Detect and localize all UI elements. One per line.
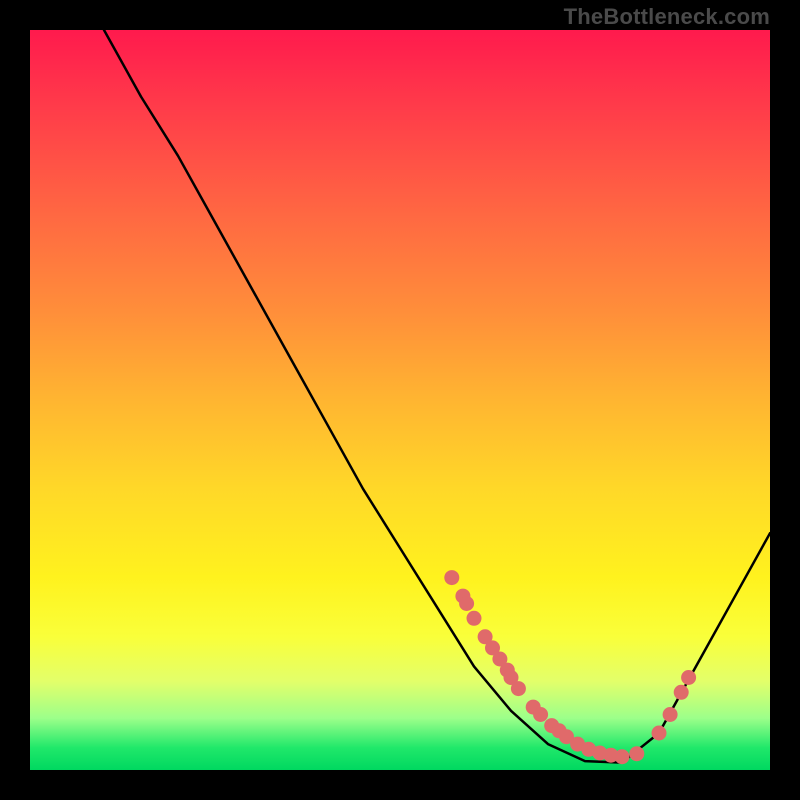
- scatter-point: [652, 726, 667, 741]
- scatter-point: [467, 611, 482, 626]
- watermark-label: TheBottleneck.com: [564, 4, 770, 30]
- chart-stage: TheBottleneck.com: [0, 0, 800, 800]
- scatter-point: [533, 707, 548, 722]
- scatter-point: [615, 749, 630, 764]
- scatter-point: [459, 596, 474, 611]
- curve-line: [104, 30, 770, 763]
- scatter-point: [674, 685, 689, 700]
- scatter-point: [681, 670, 696, 685]
- plot-area: [30, 30, 770, 770]
- scatter-point: [511, 681, 526, 696]
- scatter-point: [629, 746, 644, 761]
- scatter-point: [663, 707, 678, 722]
- scatter-point: [444, 570, 459, 585]
- chart-svg: [30, 30, 770, 770]
- scatter-points: [444, 570, 696, 764]
